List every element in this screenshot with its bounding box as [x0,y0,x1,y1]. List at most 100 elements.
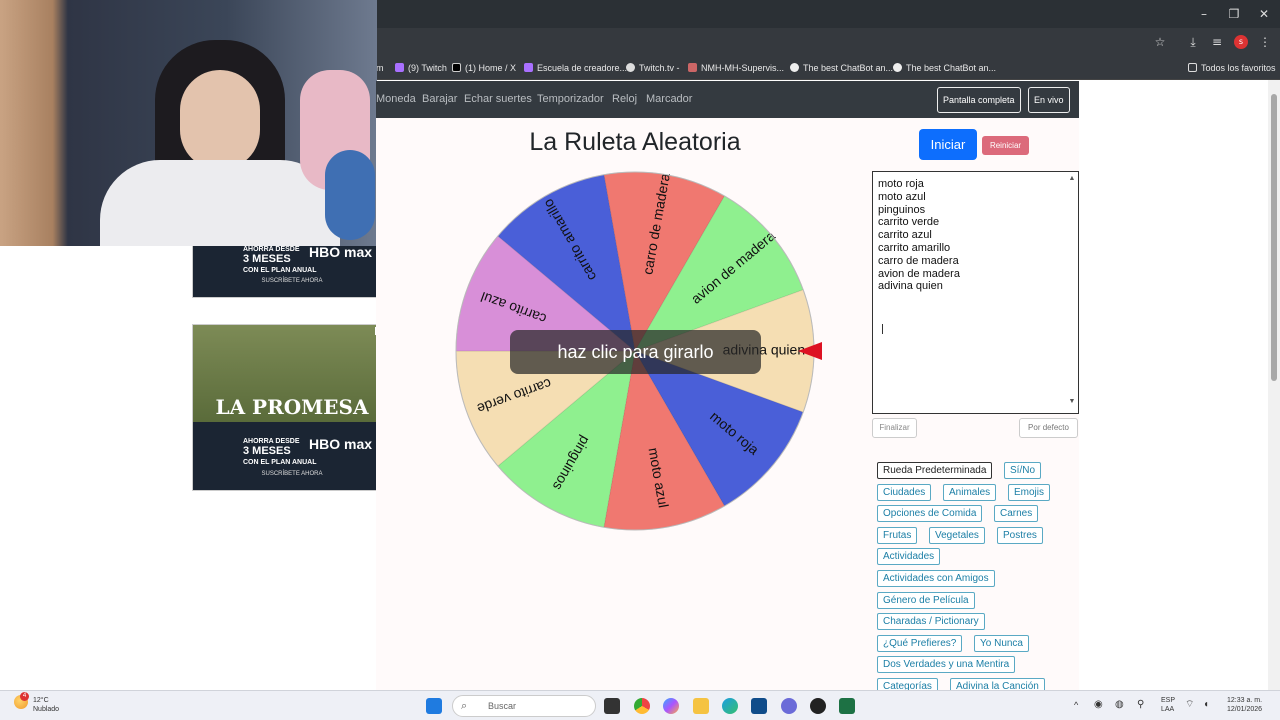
chevron-up-icon[interactable]: ^ [1074,701,1078,710]
tray-app-icon[interactable]: ◉ [1094,700,1103,710]
preset-button[interactable]: Sí/No [1004,462,1042,479]
finish-button[interactable]: Finalizar [872,418,917,438]
preset-button[interactable]: Animales [943,483,997,501]
ad-text: CON EL PLAN ANUAL [243,267,317,274]
preset-button[interactable]: ¿Qué Prefieres? [877,634,963,652]
start-button[interactable]: Iniciar [919,129,977,160]
entry-line: carrito verde [878,216,940,229]
preset-button[interactable]: Yo Nunca [974,634,1029,652]
nav-link[interactable]: Barajar [422,93,457,105]
entry-line: carro de madera [878,254,959,267]
all-bookmarks[interactable]: Todos los favoritos [1188,60,1276,76]
chrome-icon[interactable] [634,698,650,714]
scrollbar-thumb[interactable] [1271,94,1277,381]
scroll-up-icon[interactable]: ▲ [1067,173,1077,186]
site-icon [688,63,697,72]
bookmark[interactable]: (9) Twitch [395,60,447,76]
bookmark[interactable]: Escuela de creadore... [524,60,627,76]
fullscreen-button[interactable]: Pantalla completa [937,87,1021,113]
notification-badge: 4 [20,692,29,701]
twitch-icon [524,63,533,72]
clock-date[interactable]: 12/01/2026 [1227,705,1262,714]
webcam-overlay [0,0,377,246]
file-explorer-icon[interactable] [693,698,709,714]
taskbar-search[interactable]: ⌕ Buscar [452,695,596,717]
nav-link[interactable]: Temporizador [537,93,604,105]
bluetooth-icon[interactable]: ⚲ [1137,700,1144,710]
preset-button[interactable]: Actividades [877,548,941,566]
preset-button[interactable]: Ciudades [877,483,932,501]
edge-icon[interactable] [722,698,738,714]
live-button[interactable]: En vivo [1028,87,1070,113]
preset-button[interactable]: Emojis [1008,483,1051,501]
spin-button[interactable]: haz clic para girarlo [510,330,761,374]
store-icon[interactable] [751,698,767,714]
preset-button[interactable]: Charadas / Pictionary [877,613,985,631]
ad-text: CON EL PLAN ANUAL [243,459,317,466]
nav-link[interactable]: Marcador [646,93,692,105]
windows-taskbar: 4 12°C Nublado ⌕ Buscar ^ ◉ ◍ ⚲ ESP LAA ⌔… [0,690,1280,720]
chatbot-icon [790,63,799,72]
discord-icon[interactable] [781,698,797,714]
ad-banner[interactable]: ▷✕ LA PROMESA AHORRA DESDE 3 MESES CON E… [192,324,392,491]
globe-icon [626,63,635,72]
minimize-icon[interactable]: – [1188,0,1220,28]
media-icon[interactable]: ≡ [1210,35,1224,49]
text-cursor [882,324,883,334]
copilot-icon[interactable] [663,698,679,714]
language-layout[interactable]: LAA [1161,705,1174,714]
preset-button[interactable]: Carnes [994,505,1039,523]
search-icon: ⌕ [461,700,468,712]
twitch-icon [395,63,404,72]
page-scrollbar[interactable] [1268,80,1280,690]
chatbot-icon [893,63,902,72]
menu-icon[interactable]: ⋮ [1258,35,1272,49]
ad-title: LA PROMESA [215,395,369,419]
nav-link[interactable]: Reloj [612,93,637,105]
entry-line: moto azul [878,190,926,203]
textarea-scrollbar[interactable]: ▲ ▼ [1067,173,1077,411]
preset-button[interactable]: Actividades con Amigos [877,570,995,587]
task-view-icon[interactable] [604,698,620,714]
entry-line: pinguinos [878,203,926,216]
profile-avatar[interactable]: s [1234,35,1248,49]
clock-time[interactable]: 12:33 a. m. [1227,696,1262,705]
bookmark[interactable]: Twitch.tv - [626,60,680,76]
tray-app-icon[interactable]: ◍ [1115,700,1124,710]
close-icon[interactable]: ✕ [1248,0,1280,28]
download-icon[interactable]: ⤓ [1186,35,1200,49]
default-button[interactable]: Por defecto [1019,418,1078,438]
preset-button[interactable]: Postres [997,526,1043,544]
preset-button[interactable]: Vegetales [929,526,985,544]
entries-textarea[interactable]: moto roja moto azul pinguinos carrito verde… [872,171,1079,414]
bookmark[interactable]: The best ChatBot an... [893,60,996,76]
bookmark[interactable]: m [376,60,384,76]
language-code[interactable]: ESP [1161,696,1175,705]
preset-button[interactable]: Dos Verdades y una Mentira [877,656,1016,674]
nav-link[interactable]: Moneda [376,93,416,105]
weather-desc: Nublado [33,706,60,713]
bookmark[interactable]: (1) Home / X [452,60,516,76]
entry-line: moto roja [878,178,924,190]
hbo-max-logo: HBO max [309,436,373,452]
app-icon[interactable] [810,698,826,714]
page-title: La Ruleta Aleatoria [529,128,741,156]
star-icon[interactable]: ☆ [1153,35,1167,49]
maximize-icon[interactable]: ❐ [1218,0,1250,28]
nav-link[interactable]: Echar suertes [464,93,532,105]
excel-icon[interactable] [839,698,855,714]
preset-button[interactable]: Género de Película [877,591,975,609]
scroll-down-icon[interactable]: ▼ [1067,396,1077,409]
entry-line: carrito azul [878,229,932,242]
site-navbar: Moneda Barajar Echar suertes Temporizado… [376,81,1079,118]
network-icon[interactable]: ⌔ [1185,700,1194,710]
preset-button[interactable]: Opciones de Comida [877,505,983,523]
preset-button[interactable]: Rueda Predeterminada [877,462,993,479]
volume-icon[interactable]: ◖ [1203,700,1209,710]
reset-button[interactable]: Reiniciar [982,136,1029,155]
preset-button[interactable]: Frutas [877,526,918,544]
bookmark[interactable]: NMH-MH-Supervis... [688,60,784,76]
folder-icon [1188,63,1197,72]
bookmark[interactable]: The best ChatBot an... [790,60,893,76]
start-icon[interactable] [426,698,442,714]
